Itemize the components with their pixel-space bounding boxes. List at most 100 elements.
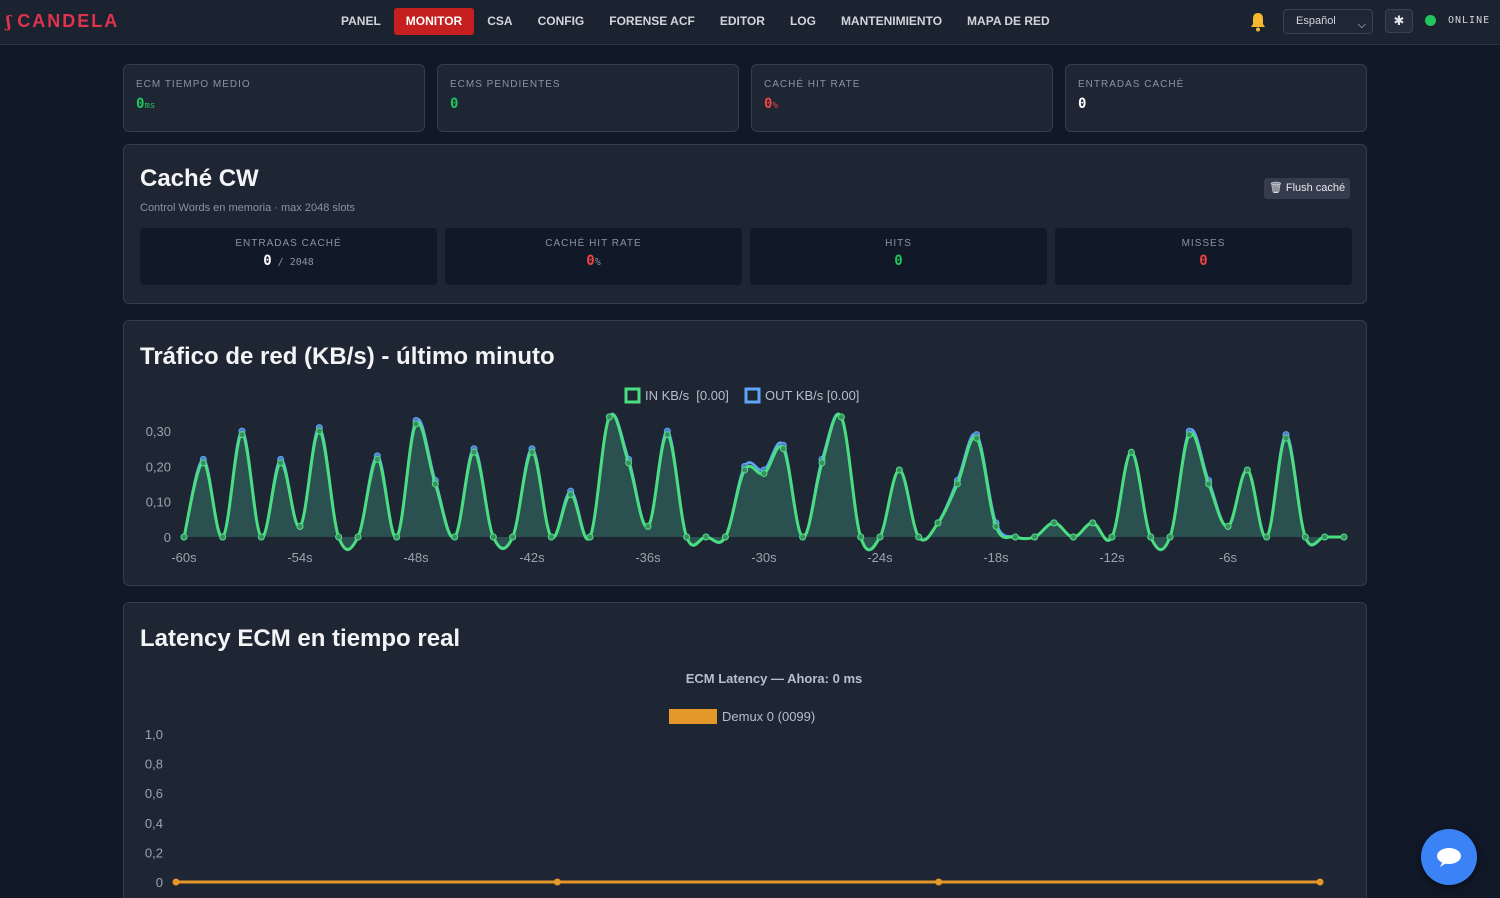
data-point[interactable]: [605, 413, 613, 421]
data-point[interactable]: [953, 480, 961, 488]
data-point[interactable]: [489, 533, 497, 541]
data-point[interactable]: [586, 533, 594, 541]
data-point[interactable]: [760, 469, 768, 477]
data-point[interactable]: [373, 455, 381, 463]
brand-logo[interactable]: ʃ CANDELA: [6, 11, 119, 32]
data-point[interactable]: [1301, 533, 1309, 541]
data-point[interactable]: [644, 522, 652, 530]
nav-item-panel[interactable]: PANEL: [329, 8, 393, 35]
data-point[interactable]: [1224, 522, 1232, 530]
nav-item-csa[interactable]: CSA: [475, 8, 524, 35]
series-area-in: [184, 414, 1344, 550]
data-point[interactable]: [934, 519, 942, 527]
data-point[interactable]: [354, 533, 362, 541]
data-point[interactable]: [1108, 533, 1116, 541]
legend-label-in: IN KB/s [0.00]: [645, 388, 729, 403]
y-tick-label: 0,6: [145, 786, 163, 801]
data-point[interactable]: [702, 533, 710, 541]
data-point[interactable]: [799, 533, 807, 541]
data-point[interactable]: [172, 878, 180, 886]
x-tick-label: -30s: [751, 550, 777, 565]
card-value: 0: [894, 253, 903, 269]
data-point[interactable]: [1050, 519, 1058, 527]
y-tick-label: 0,30: [146, 424, 171, 439]
data-point[interactable]: [180, 533, 188, 541]
data-point[interactable]: [857, 533, 865, 541]
data-point[interactable]: [1069, 533, 1077, 541]
data-point[interactable]: [528, 448, 536, 456]
theme-toggle-button[interactable]: ✱: [1385, 9, 1413, 33]
data-point[interactable]: [509, 533, 517, 541]
data-point[interactable]: [296, 522, 304, 530]
stat-value: 0%: [764, 96, 778, 112]
nav-item-monitor[interactable]: MONITOR: [393, 8, 475, 35]
nav-item-editor[interactable]: EDITOR: [708, 8, 777, 35]
chat-button[interactable]: [1421, 829, 1477, 885]
data-point[interactable]: [818, 459, 826, 467]
data-point[interactable]: [238, 431, 246, 439]
chevron-down-icon: ⌵: [1357, 19, 1366, 31]
nav-item-mapa-de-red[interactable]: MAPA DE RED: [955, 8, 1062, 35]
stat-card-entradas-cache: ENTRADAS CACHÉ 0: [1065, 64, 1367, 132]
data-point[interactable]: [1316, 878, 1324, 886]
data-point[interactable]: [663, 431, 671, 439]
data-point[interactable]: [1166, 533, 1174, 541]
data-point[interactable]: [393, 533, 401, 541]
data-point[interactable]: [451, 533, 459, 541]
y-tick-label: 0,2: [145, 845, 163, 860]
chart-legend[interactable]: IN KB/s [0.00] OUT KB/s [0.00]: [624, 387, 859, 404]
data-point[interactable]: [1011, 533, 1019, 541]
card-label: HITS: [885, 238, 912, 249]
data-point[interactable]: [837, 413, 845, 421]
data-point[interactable]: [1127, 448, 1135, 456]
card-value: 0: [1199, 253, 1208, 269]
data-point[interactable]: [1147, 533, 1155, 541]
data-point[interactable]: [1282, 434, 1290, 442]
data-point[interactable]: [683, 533, 691, 541]
data-point[interactable]: [625, 459, 633, 467]
data-point[interactable]: [277, 459, 285, 467]
data-point[interactable]: [1263, 533, 1271, 541]
data-point[interactable]: [470, 448, 478, 456]
data-point[interactable]: [1031, 533, 1039, 541]
data-point[interactable]: [412, 420, 420, 428]
data-point[interactable]: [876, 533, 884, 541]
data-point[interactable]: [973, 434, 981, 442]
data-point[interactable]: [1185, 431, 1193, 439]
data-point[interactable]: [315, 427, 323, 435]
card-label: CACHÉ HIT RATE: [545, 238, 642, 249]
data-point[interactable]: [1243, 466, 1251, 474]
flush-cache-button[interactable]: 🗑 Flush caché: [1264, 178, 1350, 199]
nav-item-config[interactable]: CONFIG: [526, 8, 597, 35]
data-point[interactable]: [219, 533, 227, 541]
data-point[interactable]: [915, 533, 923, 541]
nav-item-log[interactable]: LOG: [778, 8, 828, 35]
data-point[interactable]: [741, 466, 749, 474]
stat-label: ECM TIEMPO MEDIO: [136, 79, 251, 90]
data-point[interactable]: [553, 878, 561, 886]
nav-item-forense-acf[interactable]: FORENSE ACF: [597, 8, 707, 35]
candle-icon: ʃ: [6, 12, 12, 31]
data-point[interactable]: [992, 522, 1000, 530]
ecm-latency-chart: ECM Latency — Ahora: 0 ms Demux 0 (0099)…: [145, 671, 1324, 890]
data-point[interactable]: [199, 459, 207, 467]
data-point[interactable]: [895, 466, 903, 474]
data-point[interactable]: [935, 878, 943, 886]
data-point[interactable]: [1205, 480, 1213, 488]
bell-icon[interactable]: [1249, 12, 1267, 32]
data-point[interactable]: [1321, 533, 1329, 541]
data-point[interactable]: [1340, 533, 1348, 541]
data-point[interactable]: [547, 533, 555, 541]
data-point[interactable]: [779, 445, 787, 453]
data-point[interactable]: [335, 533, 343, 541]
chart-legend[interactable]: Demux 0 (0099): [669, 709, 815, 724]
data-point[interactable]: [567, 491, 575, 499]
x-tick-label: -24s: [867, 550, 893, 565]
data-point[interactable]: [257, 533, 265, 541]
data-point[interactable]: [431, 480, 439, 488]
language-select[interactable]: Español ⌵: [1283, 9, 1373, 34]
stat-card-ecms-pendientes: ECMS PENDIENTES 0: [437, 64, 739, 132]
data-point[interactable]: [721, 533, 729, 541]
data-point[interactable]: [1089, 519, 1097, 527]
nav-item-mantenimiento[interactable]: MANTENIMIENTO: [829, 8, 954, 35]
